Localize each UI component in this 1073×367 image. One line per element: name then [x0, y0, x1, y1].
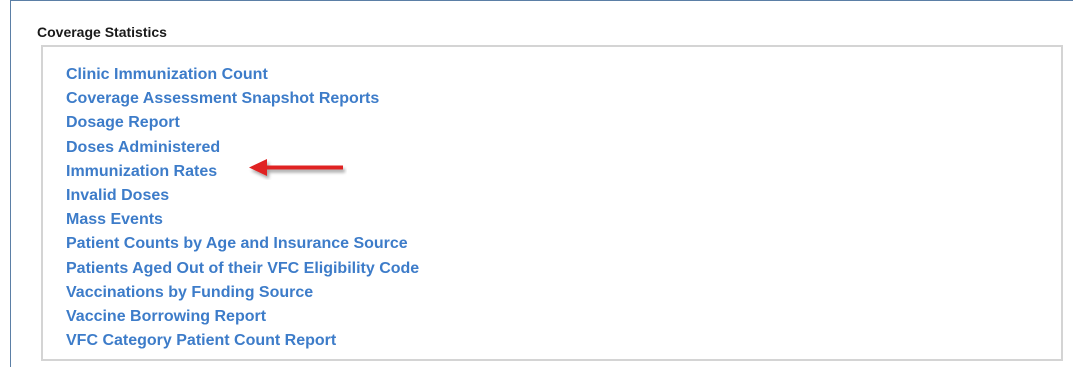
link-vfc-category-patient-count-report[interactable]: VFC Category Patient Count Report [66, 332, 336, 349]
link-vaccinations-by-funding-source[interactable]: Vaccinations by Funding Source [66, 284, 313, 301]
report-links-panel: Clinic Immunization Count Coverage Asses… [41, 45, 1063, 361]
link-coverage-assessment-snapshot-reports[interactable]: Coverage Assessment Snapshot Reports [66, 90, 379, 107]
link-patient-counts-by-age-and-insurance-source[interactable]: Patient Counts by Age and Insurance Sour… [66, 235, 408, 252]
coverage-statistics-frame: Coverage Statistics Clinic Immunization … [10, 0, 1073, 367]
link-vaccine-borrowing-report[interactable]: Vaccine Borrowing Report [66, 308, 266, 325]
list-item: Clinic Immunization Count [66, 63, 419, 87]
list-item: Immunization Rates [66, 160, 419, 184]
link-doses-administered[interactable]: Doses Administered [66, 139, 220, 156]
link-clinic-immunization-count[interactable]: Clinic Immunization Count [66, 66, 268, 83]
link-patients-aged-out-of-vfc-eligibility-code[interactable]: Patients Aged Out of their VFC Eligibili… [66, 260, 419, 277]
link-immunization-rates[interactable]: Immunization Rates [66, 163, 217, 180]
list-item: Dosage Report [66, 111, 419, 135]
list-item: VFC Category Patient Count Report [66, 329, 419, 353]
section-title: Coverage Statistics [37, 24, 167, 40]
list-item: Doses Administered [66, 136, 419, 160]
link-mass-events[interactable]: Mass Events [66, 211, 163, 228]
link-dosage-report[interactable]: Dosage Report [66, 114, 180, 131]
list-item: Vaccinations by Funding Source [66, 281, 419, 305]
list-item: Patient Counts by Age and Insurance Sour… [66, 232, 419, 256]
list-item: Invalid Doses [66, 184, 419, 208]
list-item: Coverage Assessment Snapshot Reports [66, 87, 419, 111]
list-item: Patients Aged Out of their VFC Eligibili… [66, 257, 419, 281]
list-item: Mass Events [66, 208, 419, 232]
list-item: Vaccine Borrowing Report [66, 305, 419, 329]
red-arrow-left-icon [249, 159, 343, 176]
link-invalid-doses[interactable]: Invalid Doses [66, 187, 169, 204]
report-link-list: Clinic Immunization Count Coverage Asses… [66, 63, 419, 353]
